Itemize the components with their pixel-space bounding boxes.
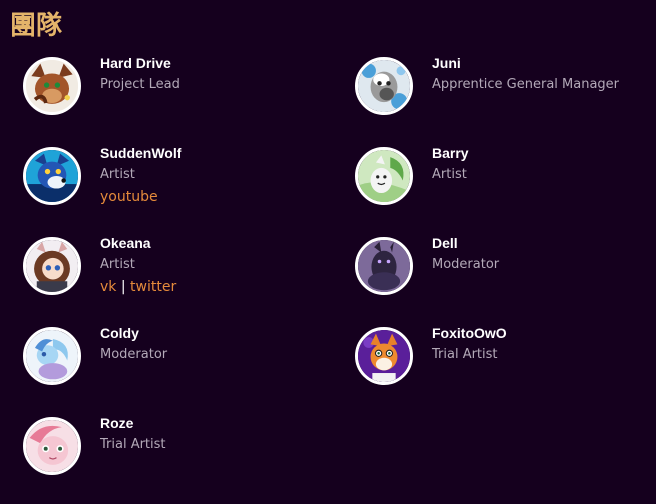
member-name: FoxitoOwO [432, 325, 507, 341]
light-blue-pony-avatar-icon [23, 327, 81, 385]
member-links: vk | twitter [100, 276, 176, 298]
member-role: Project Lead [100, 77, 180, 92]
team-member-suddenwolf: SuddenWolf Artist youtube [23, 145, 181, 208]
grey-blue-avatar-icon [355, 57, 413, 115]
team-member-dell: Dell Moderator [355, 235, 500, 295]
purple-dark-avatar-icon [355, 237, 413, 295]
team-member-roze: Roze Trial Artist [23, 415, 166, 475]
member-name: Juni [432, 55, 461, 71]
green-mouse-avatar-icon [355, 147, 413, 205]
team-member-foxitoowo: FoxitoOwO Trial Artist [355, 325, 507, 385]
team-member-barry: Barry Artist [355, 145, 469, 205]
team-member-okeana: Okeana Artist vk | twitter [23, 235, 176, 298]
member-role: Apprentice General Manager [432, 77, 620, 92]
member-role: Trial Artist [100, 437, 166, 452]
orange-fox-avatar-icon [355, 327, 413, 385]
member-name: Roze [100, 415, 134, 431]
page-title: 團隊 [10, 11, 63, 41]
team-member-hard-drive: Hard Drive Project Lead [23, 55, 180, 115]
member-name: Dell [432, 235, 458, 251]
member-role: Artist [432, 167, 467, 182]
team-member-coldy: Coldy Moderator [23, 325, 168, 385]
member-name: Okeana [100, 235, 151, 251]
member-links: youtube [100, 186, 181, 208]
blue-wolf-avatar-icon [23, 147, 81, 205]
member-role: Moderator [100, 347, 168, 362]
member-role: Artist [100, 167, 135, 182]
member-name: Hard Drive [100, 55, 171, 71]
member-role: Moderator [432, 257, 500, 272]
link-separator: | [120, 279, 126, 295]
pink-pony-avatar-icon [23, 417, 81, 475]
vk-link[interactable]: vk [100, 279, 116, 295]
brown-furry-avatar-icon [23, 57, 81, 115]
twitter-link[interactable]: twitter [130, 279, 176, 295]
youtube-link[interactable]: youtube [100, 189, 158, 205]
member-name: SuddenWolf [100, 145, 182, 161]
brown-hair-girl-avatar-icon [23, 237, 81, 295]
member-name: Barry [432, 145, 469, 161]
member-role: Artist [100, 257, 135, 272]
member-role: Trial Artist [432, 347, 498, 362]
team-member-juni: Juni Apprentice General Manager [355, 55, 620, 115]
member-name: Coldy [100, 325, 139, 341]
